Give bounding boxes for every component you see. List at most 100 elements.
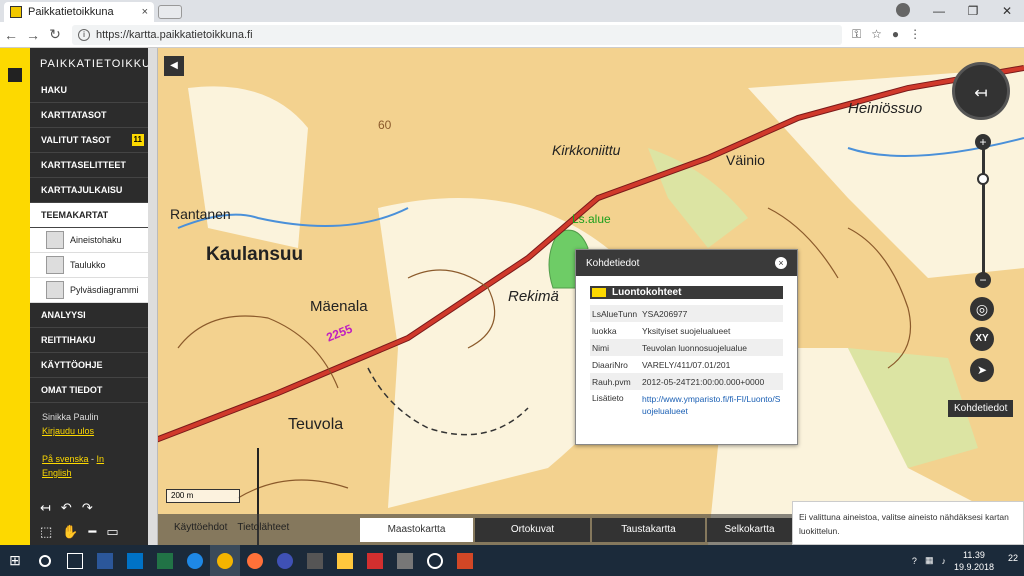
minimize-button[interactable]: — <box>922 0 956 22</box>
attr-value: Yksityiset suojelualueet <box>642 325 731 336</box>
lang-in-link[interactable]: In <box>97 454 105 464</box>
hp-icon[interactable]: ● <box>892 27 899 42</box>
feature-info-button[interactable]: ➤ <box>970 358 994 382</box>
system-clock[interactable]: 11.39 19.9.2018 <box>954 549 994 573</box>
notification-count-badge[interactable]: 22 <box>1008 553 1018 563</box>
file-explorer-icon[interactable] <box>330 545 360 576</box>
basemap-tab-taustakartta[interactable]: Taustakartta <box>592 518 705 542</box>
back-icon[interactable]: ← <box>0 27 22 43</box>
basemap-tab-ortokuvat[interactable]: Ortokuvat <box>475 518 590 542</box>
account-icon[interactable] <box>896 3 910 17</box>
scale-bar: 200 m <box>166 489 240 503</box>
attr-value: Teuvolan luonnosuojelualue <box>642 342 747 353</box>
calculator-icon[interactable] <box>300 545 330 576</box>
zoom-slider-handle[interactable] <box>977 173 989 185</box>
tab-close-icon[interactable]: × <box>142 6 148 18</box>
theme-item-label: Aineistohaku <box>70 235 122 245</box>
basemap-tab-maastokartta[interactable]: Maastokartta <box>360 518 473 542</box>
main-menu: HAKU KARTTATASOT VALITUT TASOT 11 KARTTAS… <box>30 78 148 403</box>
map-label-teuvola: Teuvola <box>288 416 344 433</box>
home-icon[interactable]: ↤ <box>40 500 51 516</box>
logout-link[interactable]: Kirjaudu ulos <box>42 426 94 436</box>
word-icon[interactable] <box>90 545 120 576</box>
attr-key: Rauh.pvm <box>592 376 631 387</box>
popup-layer-header: Luontokohteet <box>590 286 783 299</box>
history-tools: ↤ ↶ ↷ <box>40 500 93 516</box>
theme-item-taulukko[interactable]: Taulukko <box>30 253 148 278</box>
locate-icon[interactable]: ◎ <box>970 297 994 321</box>
help-icon[interactable]: ? <box>912 556 917 566</box>
lang-en-link[interactable]: English <box>42 468 72 478</box>
lang-sv-link[interactable]: På svenska <box>42 454 89 464</box>
volume-icon[interactable]: ♪ <box>941 556 946 566</box>
menu-item-valitut-tasot[interactable]: VALITUT TASOT 11 <box>30 128 148 153</box>
close-popup-icon[interactable]: × <box>775 257 787 269</box>
menu-item-analyysi[interactable]: ANALYYSI <box>30 303 148 328</box>
collapse-sidebar-button[interactable]: ◀ <box>164 56 184 76</box>
excel-icon[interactable] <box>150 545 180 576</box>
search-icon[interactable] <box>30 545 60 576</box>
popup-attribute-table: LsAlueTunn YSA206977 luokka Yksityiset suo… <box>590 305 783 417</box>
chrome-icon[interactable] <box>210 545 240 576</box>
sources-link[interactable]: Tietolähteet <box>237 522 289 533</box>
theme-item-aineistohaku[interactable]: Aineistohaku <box>30 228 148 253</box>
attr-value: YSA206977 <box>642 308 688 319</box>
sidebar-resize-handle[interactable] <box>148 48 158 545</box>
url-field[interactable]: i https://kartta.paikkatietoikkuna.fi <box>72 24 842 45</box>
menu-item-kayttoohje[interactable]: KÄYTTÖOHJE <box>30 353 148 378</box>
pan-hand-icon[interactable]: ✋ <box>62 524 78 540</box>
edge-icon[interactable] <box>180 545 210 576</box>
measure-line-icon[interactable]: ━ <box>88 524 96 540</box>
pan-compass-control[interactable]: ↤ <box>952 62 1010 120</box>
network-icon[interactable]: ▦ <box>925 555 934 566</box>
xy-coordinates-button[interactable]: XY <box>970 327 994 351</box>
attr-key: Nimi <box>592 342 609 353</box>
logo-icon <box>8 68 22 82</box>
map-tools: ⬚ ✋ ━ ▭ <box>40 524 119 540</box>
menu-item-omat-tiedot[interactable]: OMAT TIEDOT <box>30 378 148 403</box>
menu-item-teemakartat[interactable]: TEEMAKARTAT <box>30 203 148 228</box>
clock-date: 19.9.2018 <box>953 561 994 572</box>
clock-time: 11.39 <box>963 549 985 560</box>
footer-links: Käyttöehdot Tietolähteet <box>174 522 289 533</box>
new-tab-button[interactable] <box>158 5 182 19</box>
terms-link[interactable]: Käyttöehdot <box>174 522 227 533</box>
maximize-button[interactable]: ❐ <box>956 0 990 22</box>
popup-title: Kohdetiedot <box>586 257 640 269</box>
feature-info-tooltip: Kohdetiedot <box>948 400 1014 417</box>
measure-area-icon[interactable]: ▭ <box>106 524 118 540</box>
zoom-slider-track[interactable] <box>982 146 985 274</box>
powerpoint-icon[interactable] <box>450 545 480 576</box>
zoom-out-button[interactable]: − <box>975 272 991 288</box>
forward-icon[interactable]: → <box>22 27 44 43</box>
zoom-box-icon[interactable]: ⬚ <box>40 524 52 540</box>
table-row: luokka Yksityiset suojelualueet <box>590 322 783 339</box>
table-row: DiaariNro VARELY/411/07.01/201 <box>590 356 783 373</box>
acrobat-icon[interactable] <box>360 545 390 576</box>
settings-icon[interactable] <box>420 545 450 576</box>
photos-icon[interactable] <box>390 545 420 576</box>
menu-item-karttajulkaisu[interactable]: KARTTAJULKAISU <box>30 178 148 203</box>
info-icon[interactable]: i <box>78 28 90 41</box>
menu-item-haku[interactable]: HAKU <box>30 78 148 103</box>
basemap-tab-selkokartta[interactable]: Selkokartta <box>707 518 792 542</box>
task-view-icon[interactable] <box>60 545 90 576</box>
menu-item-karttaselitteet[interactable]: KARTTASELITTEET <box>30 153 148 178</box>
menu-item-karttatasot[interactable]: KARTTATASOT <box>30 103 148 128</box>
star-icon[interactable]: ☆ <box>871 27 882 42</box>
reload-icon[interactable]: ↻ <box>44 26 66 43</box>
table-row: Nimi Teuvolan luonnosuojelualue <box>590 339 783 356</box>
browser-tab[interactable]: Paikkatietoikkuna × <box>4 2 154 22</box>
firefox-icon[interactable] <box>240 545 270 576</box>
info-link[interactable]: http://www.ymparisto.fi/fi-FI/Luonto/Suo… <box>642 393 783 417</box>
redo-icon[interactable]: ↷ <box>82 500 93 516</box>
undo-icon[interactable]: ↶ <box>61 500 72 516</box>
windows-start-icon[interactable]: ⊞ <box>0 552 30 569</box>
close-window-button[interactable]: ✕ <box>990 0 1024 22</box>
outlook-icon[interactable] <box>120 545 150 576</box>
menu-icon[interactable]: ⋮ <box>909 27 921 42</box>
menu-item-reittihaku[interactable]: REITTIHAKU <box>30 328 148 353</box>
key-icon[interactable]: ⚿ <box>852 27 861 42</box>
theme-item-pylvasdiagrammi[interactable]: Pylväsdiagrammi <box>30 278 148 303</box>
app-icon[interactable] <box>270 545 300 576</box>
